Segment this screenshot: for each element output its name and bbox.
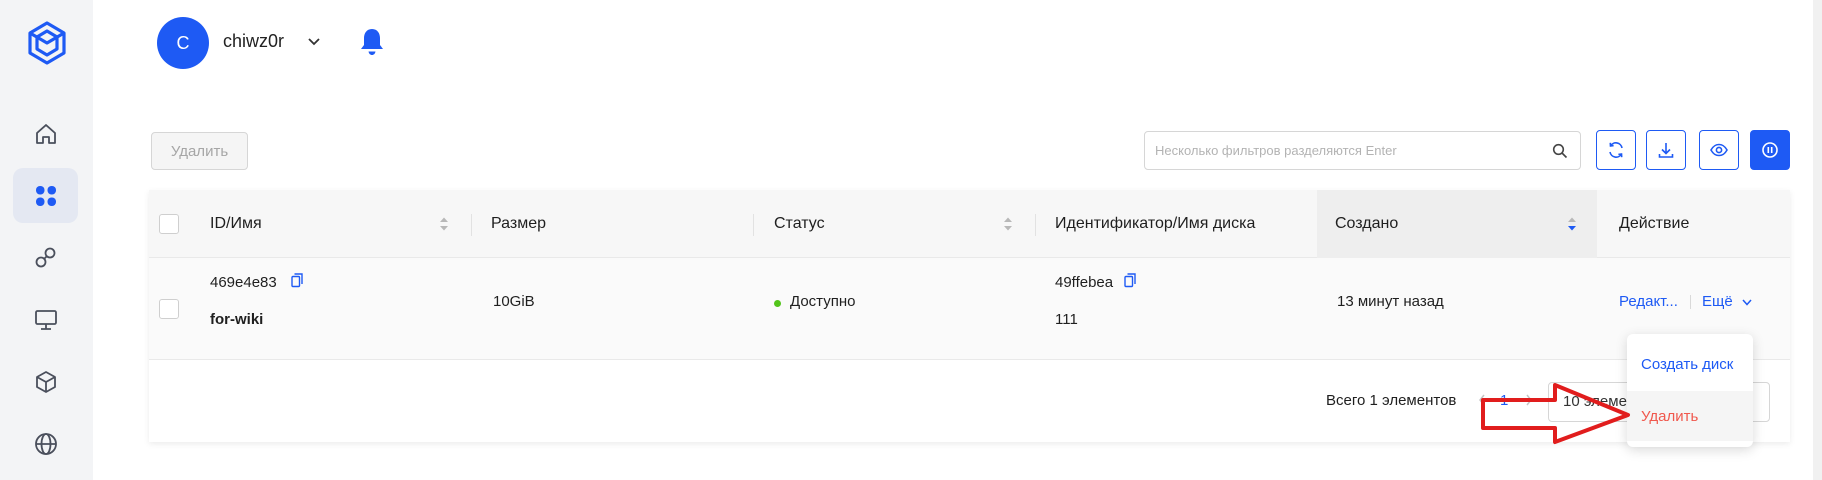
sidebar-item-apps[interactable] <box>13 168 78 223</box>
volume-name[interactable]: for-wiki <box>210 311 263 328</box>
sort-icon[interactable] <box>439 216 449 232</box>
column-label: Идентификатор/Имя диска <box>1055 215 1256 232</box>
column-divider <box>471 214 472 236</box>
sidebar-item-globe[interactable] <box>13 416 78 471</box>
table-header: ID/Имя Размер Статус Идентификатор/Имя д… <box>149 190 1790 258</box>
volume-status: Доступно <box>790 293 856 310</box>
bell-icon[interactable] <box>358 26 386 58</box>
menu-item-label: Удалить <box>1641 407 1699 425</box>
apps-grid-icon <box>35 185 56 206</box>
copy-icon[interactable] <box>291 273 303 288</box>
volume-size: 10GiB <box>493 293 535 310</box>
scrollbar[interactable] <box>1813 0 1822 480</box>
logo-icon[interactable] <box>26 20 68 68</box>
column-divider <box>1035 214 1036 236</box>
download-icon <box>1658 143 1674 158</box>
sort-active-icon[interactable] <box>1567 216 1577 232</box>
app-root: C chiwz0r Удалить ID/Имя Размер Статус <box>0 0 1822 480</box>
column-header-disk: Идентификатор/Имя диска <box>1055 190 1255 258</box>
chevron-down-icon[interactable] <box>1741 296 1753 308</box>
refresh-button[interactable] <box>1596 130 1636 170</box>
eye-icon <box>1710 143 1728 157</box>
delete-button[interactable]: Удалить <box>151 132 248 170</box>
column-label: Создано <box>1335 215 1399 232</box>
sidebar <box>0 0 93 480</box>
home-icon <box>35 123 56 144</box>
menu-item-create-disk[interactable]: Создать диск <box>1627 339 1753 389</box>
search-input[interactable] <box>1155 132 1545 169</box>
column-label: Действие <box>1619 215 1690 232</box>
delete-button-label: Удалить <box>170 142 229 160</box>
menu-item-label: Создать диск <box>1641 355 1734 373</box>
column-header-status[interactable]: Статус <box>774 190 825 258</box>
view-button[interactable] <box>1699 130 1739 170</box>
chevron-down-icon[interactable] <box>306 33 322 49</box>
column-header-size: Размер <box>491 190 546 258</box>
sidebar-item-network[interactable] <box>13 230 78 285</box>
total-count: Всего 1 элементов <box>1326 392 1457 409</box>
sort-icon[interactable] <box>1003 216 1013 232</box>
column-label: ID/Имя <box>210 215 262 232</box>
search-box <box>1144 131 1581 170</box>
edit-link[interactable]: Редакт... <box>1619 293 1678 310</box>
refresh-icon <box>1609 142 1623 158</box>
cube-icon <box>35 370 56 393</box>
select-all-checkbox[interactable] <box>159 214 179 234</box>
network-icon <box>35 247 55 267</box>
monitor-icon <box>34 309 57 330</box>
column-divider <box>753 214 754 236</box>
column-label: Статус <box>774 215 825 232</box>
table-row: 469e4e83 for-wiki 10GiB Доступно 49ffebe… <box>149 258 1790 360</box>
created-time: 13 минут назад <box>1337 293 1444 310</box>
sidebar-item-home[interactable] <box>13 106 78 161</box>
column-header-action: Действие <box>1619 190 1689 258</box>
more-link[interactable]: Ещё <box>1702 293 1733 310</box>
copy-icon[interactable] <box>1124 273 1136 288</box>
sidebar-item-cube[interactable] <box>13 354 78 409</box>
pause-button[interactable] <box>1750 130 1790 170</box>
username[interactable]: chiwz0r <box>223 31 284 52</box>
status-dot <box>774 300 781 307</box>
globe-icon <box>34 432 57 455</box>
action-divider <box>1690 295 1691 309</box>
column-label: Размер <box>491 215 546 232</box>
volume-id: 469e4e83 <box>210 274 277 291</box>
pause-icon <box>1762 142 1778 158</box>
disk-name[interactable]: 111 <box>1055 311 1078 328</box>
avatar[interactable]: C <box>157 17 209 69</box>
menu-item-delete[interactable]: Удалить <box>1627 391 1753 441</box>
avatar-letter: C <box>176 32 190 53</box>
column-header-id-name[interactable]: ID/Имя <box>210 190 262 258</box>
download-button[interactable] <box>1646 130 1686 170</box>
annotation-arrow-icon <box>1481 383 1630 444</box>
row-checkbox[interactable] <box>159 299 179 319</box>
sidebar-item-monitor[interactable] <box>13 292 78 347</box>
more-actions-menu: Создать диск Удалить <box>1627 334 1753 447</box>
disk-id: 49ffebea <box>1055 274 1114 291</box>
search-icon[interactable] <box>1552 143 1568 159</box>
column-header-created[interactable]: Создано <box>1335 190 1398 258</box>
